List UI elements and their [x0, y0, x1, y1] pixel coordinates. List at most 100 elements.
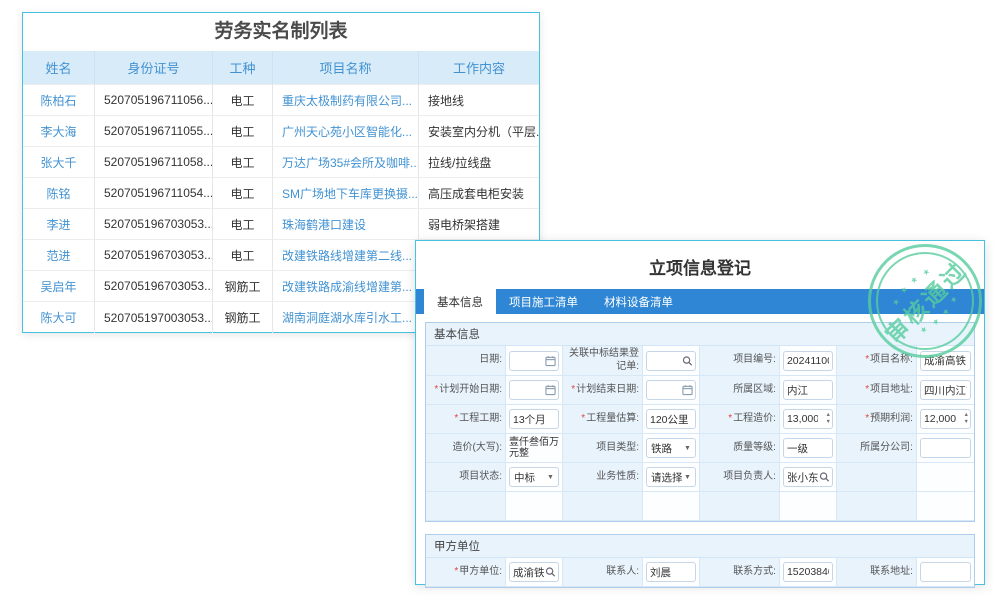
branch-label: 所属分公司:: [837, 434, 917, 463]
registration-body: 基本信息 日期: 关联中标结果登记单: 项目编号:: [416, 314, 984, 608]
plan-start-label: *计划开始日期:: [426, 376, 506, 405]
cost-caps-value: 壹仟叁佰万元整: [509, 437, 559, 460]
project-registration-panel: 立项信息登记 基本信息 项目施工清单 材料设备清单 基本信息 日期: 关联中标结…: [415, 240, 985, 585]
name-link[interactable]: 李大海: [23, 116, 95, 147]
stepper-down-icon[interactable]: ▼: [826, 419, 831, 426]
branch-input[interactable]: [920, 438, 971, 458]
name-link[interactable]: 陈铭: [23, 178, 95, 209]
project-link[interactable]: 改建铁路成渝线增建第...: [273, 271, 419, 302]
empty-cell: [506, 492, 563, 521]
region-label: 所属区域:: [700, 376, 780, 405]
empty-cell: [643, 492, 700, 521]
chevron-down-icon: ▼: [547, 474, 554, 481]
project-no-input[interactable]: [783, 351, 833, 371]
number-stepper[interactable]: ▲▼: [826, 412, 831, 426]
search-icon[interactable]: [545, 567, 556, 578]
chevron-down-icon: ▼: [684, 445, 691, 452]
project-no-label: 项目编号:: [700, 346, 780, 376]
project-type-select[interactable]: 铁路▼: [646, 438, 696, 458]
id-cell: 520705196711055...: [95, 116, 213, 147]
work-cell: 弱电桥架搭建: [419, 209, 539, 240]
trade-cell: 电工: [213, 147, 273, 178]
column-header-work: 工作内容: [419, 51, 539, 85]
empty-cell: [837, 492, 917, 521]
work-cell: 安装室内分机（平层...: [419, 116, 539, 147]
duration-label: *工程工期:: [426, 405, 506, 434]
work-cell: 接地线: [419, 85, 539, 116]
project-name-label: *项目名称:: [837, 346, 917, 376]
id-cell: 520705196703053...: [95, 240, 213, 271]
number-stepper[interactable]: ▲▼: [963, 412, 968, 426]
tab-material-list[interactable]: 材料设备清单: [591, 289, 686, 314]
name-link[interactable]: 陈柏石: [23, 85, 95, 116]
table-row: 陈柏石 520705196711056... 电工 重庆太极制药有限公司... …: [23, 85, 539, 116]
project-status-label: 项目状态:: [426, 463, 506, 492]
table-row: 李进 520705196703053... 电工 珠海鹤港口建设 弱电桥架搭建: [23, 209, 539, 240]
empty-cell: [837, 463, 917, 492]
region-input[interactable]: [783, 380, 833, 400]
project-link[interactable]: 改建铁路线增建第二线...: [273, 240, 419, 271]
calendar-icon[interactable]: [545, 355, 556, 366]
column-header-project: 项目名称: [273, 51, 419, 85]
quality-grade-label: 质量等级:: [700, 434, 780, 463]
search-icon[interactable]: [682, 355, 693, 366]
trade-cell: 电工: [213, 116, 273, 147]
contact-input[interactable]: [646, 562, 696, 582]
duration-input[interactable]: [509, 409, 559, 429]
cost-caps-label: 造价(大写):: [426, 434, 506, 463]
search-icon[interactable]: [819, 472, 830, 483]
project-name-input[interactable]: [920, 351, 971, 371]
id-cell: 520705196703053...: [95, 209, 213, 240]
registration-title: 立项信息登记: [416, 241, 984, 289]
phone-input[interactable]: [783, 562, 833, 582]
work-cell: 拉线/拉线盘: [419, 147, 539, 178]
calendar-icon[interactable]: [682, 385, 693, 396]
project-address-label: *项目地址:: [837, 376, 917, 405]
phone-label: 联系方式:: [700, 558, 780, 587]
contact-address-input[interactable]: [920, 562, 971, 582]
empty-cell: [917, 463, 974, 492]
trade-cell: 电工: [213, 209, 273, 240]
party-a-section: 甲方单位 *甲方单位: 联系人: 联系方式: 联系地址:: [425, 534, 975, 588]
name-link[interactable]: 张大千: [23, 147, 95, 178]
project-link[interactable]: 重庆太极制药有限公司...: [273, 85, 419, 116]
project-address-input[interactable]: [920, 380, 971, 400]
business-nature-label: 业务性质:: [563, 463, 643, 492]
project-link[interactable]: 万达广场35#会所及咖啡...: [273, 147, 419, 178]
empty-cell: [700, 492, 780, 521]
tab-basic-info[interactable]: 基本信息: [424, 289, 496, 314]
calendar-icon[interactable]: [545, 385, 556, 396]
basic-info-section-header: 基本信息: [426, 323, 974, 346]
basic-info-form: 日期: 关联中标结果登记单: 项目编号: *项目名称:: [426, 346, 974, 521]
tab-construction-list[interactable]: 项目施工清单: [496, 289, 591, 314]
business-nature-select[interactable]: 请选择▼: [646, 467, 696, 487]
table-row: 陈铭 520705196711054... 电工 SM广场地下车库更换摄... …: [23, 178, 539, 209]
name-link[interactable]: 李进: [23, 209, 95, 240]
stepper-up-icon[interactable]: ▲: [963, 412, 968, 419]
stepper-down-icon[interactable]: ▼: [963, 419, 968, 426]
cost-label: *工程造价:: [700, 405, 780, 434]
name-link[interactable]: 吴启年: [23, 271, 95, 302]
contact-address-label: 联系地址:: [837, 558, 917, 587]
name-link[interactable]: 陈大可: [23, 302, 95, 333]
id-cell: 520705196711058...: [95, 147, 213, 178]
contact-label: 联系人:: [563, 558, 643, 587]
empty-cell: [426, 492, 506, 521]
stepper-up-icon[interactable]: ▲: [826, 412, 831, 419]
name-link[interactable]: 范进: [23, 240, 95, 271]
project-link[interactable]: 湖南洞庭湖水库引水工...: [273, 302, 419, 333]
column-header-id: 身份证号: [95, 51, 213, 85]
quantity-input[interactable]: [646, 409, 696, 429]
project-link[interactable]: SM广场地下车库更换摄...: [273, 178, 419, 209]
quality-grade-input[interactable]: [783, 438, 833, 458]
project-link[interactable]: 广州天心苑小区智能化...: [273, 116, 419, 147]
id-cell: 520705197003053...: [95, 302, 213, 333]
registration-tabbar: 基本信息 项目施工清单 材料设备清单: [416, 289, 984, 314]
date-label: 日期:: [426, 346, 506, 376]
project-link[interactable]: 珠海鹤港口建设: [273, 209, 419, 240]
trade-cell: 钢筋工: [213, 302, 273, 333]
column-header-trade: 工种: [213, 51, 273, 85]
project-status-select[interactable]: 中标▼: [509, 467, 559, 487]
quantity-label: *工程量估算:: [563, 405, 643, 434]
empty-cell: [917, 492, 974, 521]
